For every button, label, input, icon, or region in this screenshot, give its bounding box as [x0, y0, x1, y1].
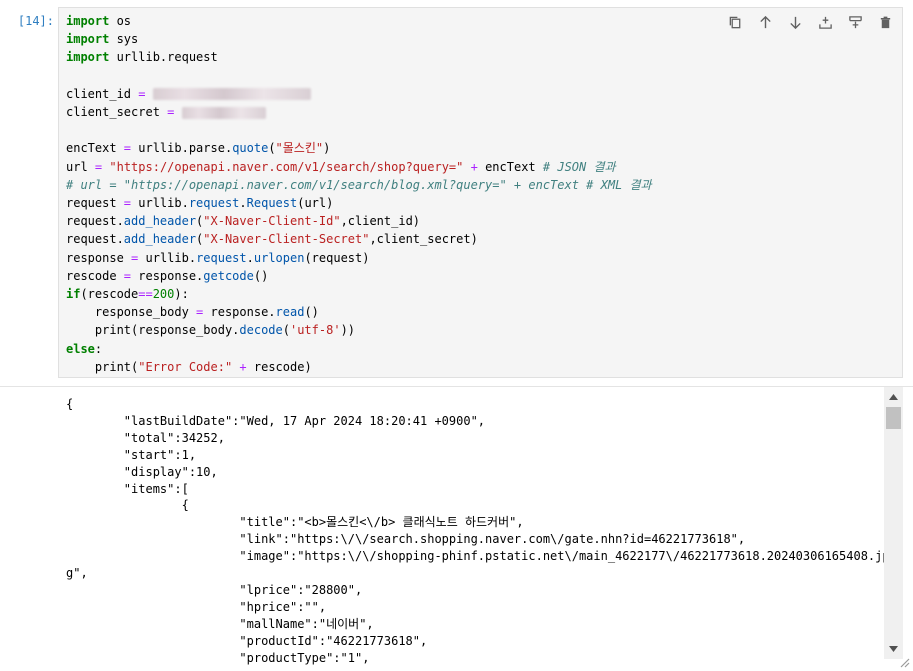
scroll-down-arrow[interactable] — [884, 641, 903, 657]
code-line-12: request.add_header("X-Naver-Client-Id",c… — [66, 214, 421, 229]
insert-below-button[interactable] — [844, 12, 866, 32]
insert-above-button[interactable] — [814, 12, 836, 32]
scrollbar-thumb[interactable] — [886, 407, 901, 429]
output-line: g", — [66, 566, 88, 581]
insert-above-icon — [818, 16, 832, 29]
code-line-8: encText = urllib.parse.quote("몰스킨") — [66, 141, 331, 156]
code-line-2: import sys — [66, 32, 139, 47]
move-down-icon — [789, 16, 801, 29]
output-line: "hprice":"", — [66, 599, 327, 614]
cell-output-area[interactable]: { "lastBuildDate":"Wed, 17 Apr 2024 18:2… — [0, 386, 913, 671]
output-line: { — [66, 397, 74, 411]
redacted-client-id — [152, 88, 311, 101]
code-line-10: # url = "https://openapi.naver.com/v1/se… — [66, 177, 652, 192]
code-line-6: client_secret = — [66, 105, 266, 119]
output-line: "mallName":"네이버", — [66, 616, 374, 631]
output-line: { — [66, 498, 189, 513]
input-prompt: [14]: — [17, 14, 54, 28]
delete-cell-button[interactable] — [874, 12, 896, 32]
output-line: "start":1, — [66, 447, 197, 462]
output-line: "productType":"1", — [66, 650, 370, 665]
code-cell-input[interactable]: import os import sys import urllib.reque… — [58, 7, 903, 378]
output-text: { "lastBuildDate":"Wed, 17 Apr 2024 18:2… — [66, 396, 890, 667]
duplicate-icon — [729, 16, 740, 28]
code-line-16: if(rescode==200): — [66, 287, 189, 302]
code-editor[interactable]: import os import sys import urllib.reque… — [66, 12, 652, 376]
output-line: "image":"https:\/\/shopping-phinf.pstati… — [66, 549, 890, 564]
move-up-icon — [759, 15, 771, 28]
code-line-5: client_id = — [66, 87, 311, 101]
code-line-3: import urllib.request — [66, 50, 218, 65]
code-line-11: request = urllib.request.Request(url) — [66, 196, 334, 211]
scroll-up-arrow[interactable] — [884, 389, 903, 405]
redacted-client-secret — [181, 106, 266, 119]
delete-icon — [880, 16, 890, 28]
code-line-15: rescode = response.getcode() — [66, 268, 269, 283]
code-line-1: import os — [66, 14, 132, 28]
code-line-14: response = urllib.request.urlopen(reques… — [66, 250, 370, 265]
move-down-button[interactable] — [784, 12, 806, 32]
code-line-13: request.add_header("X-Naver-Client-Secre… — [66, 232, 478, 247]
output-line: "display":10, — [66, 464, 218, 479]
move-up-button[interactable] — [754, 12, 776, 32]
output-line: "link":"https:\/\/search.shopping.naver.… — [66, 532, 746, 547]
output-line: "lprice":"28800", — [66, 582, 363, 597]
insert-below-icon — [848, 15, 862, 28]
code-line-9: url = "https://openapi.naver.com/v1/sear… — [66, 159, 616, 174]
output-line: "items":[ — [66, 481, 189, 496]
output-line: "total":34252, — [66, 430, 225, 445]
code-line-18: print(response_body.decode('utf-8')) — [66, 323, 356, 338]
output-line: "title":"<b>몰스킨<\/b> 클래식노트 하드커버", — [66, 515, 524, 530]
output-scrollbar[interactable] — [884, 387, 903, 659]
code-line-17: response_body = response.read() — [66, 305, 319, 320]
triangle-up-icon — [889, 394, 898, 400]
triangle-down-icon — [889, 646, 898, 652]
output-line: "lastBuildDate":"Wed, 17 Apr 2024 18:20:… — [66, 413, 486, 428]
cell-toolbar — [724, 12, 896, 32]
output-line: "productId":"46221773618", — [66, 633, 428, 648]
code-line-19: else: — [66, 341, 103, 356]
duplicate-cell-button[interactable] — [724, 12, 746, 32]
resize-grip-icon[interactable] — [898, 656, 910, 668]
code-line-20: print("Error Code:" + rescode) — [66, 359, 312, 374]
